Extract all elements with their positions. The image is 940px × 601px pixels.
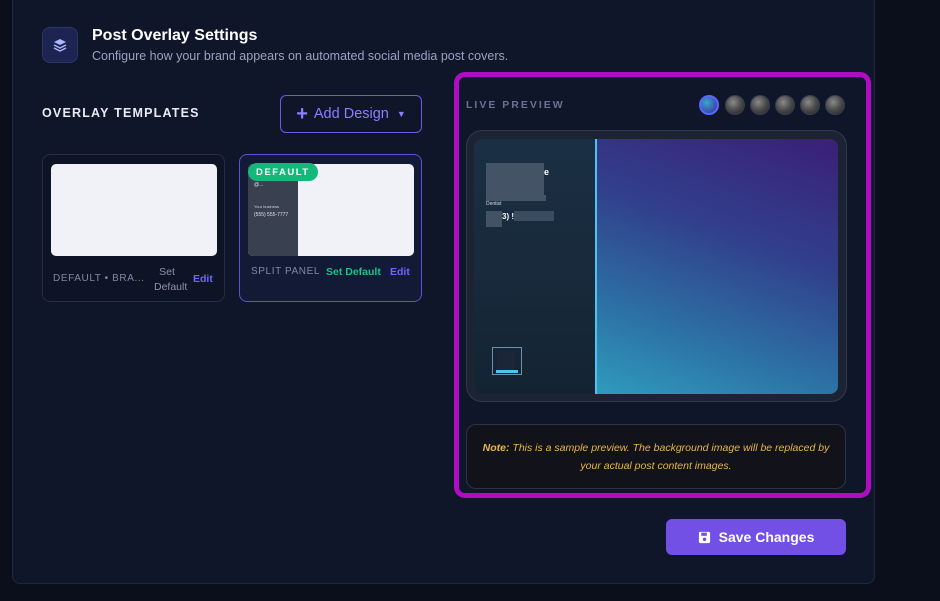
blurred-text (514, 211, 554, 221)
page-title: Post Overlay Settings (92, 27, 258, 44)
edit-link[interactable]: Edit (193, 273, 213, 285)
page-subtitle: Configure how your brand appears on auto… (92, 49, 509, 63)
background-thumbnail[interactable] (800, 95, 820, 115)
thumb-text: @... (254, 182, 264, 188)
overlay-templates-label: OVERLAY TEMPLATES (42, 106, 200, 120)
chevron-down-icon: ▼ (396, 109, 406, 119)
background-thumbnail[interactable] (725, 95, 745, 115)
preview-note: Note: This is a sample preview. The back… (466, 424, 846, 489)
background-thumbnail[interactable] (825, 95, 845, 115)
thumb-text: (555) 555-7777 (254, 212, 289, 218)
note-text: This is a sample preview. The background… (509, 441, 830, 472)
thumb-text: Your business (254, 204, 279, 209)
background-thumbnail[interactable] (775, 95, 795, 115)
plus-icon: + (296, 103, 308, 125)
template-thumbnail[interactable] (51, 164, 217, 256)
preview-text: e (544, 167, 550, 177)
layers-icon (42, 27, 78, 63)
background-thumbnail[interactable] (750, 95, 770, 115)
add-design-label: Add Design (313, 106, 389, 122)
default-badge: DEFAULT (248, 163, 318, 181)
save-changes-label: Save Changes (718, 529, 815, 545)
preview-screen: e Dentist 3) ! (474, 139, 838, 394)
logo-placeholder (492, 347, 522, 375)
set-default-link[interactable]: Set Default (326, 266, 381, 278)
preview-text: Dentist (486, 201, 502, 207)
save-icon (698, 531, 710, 543)
preview-text: 3) ! (502, 212, 514, 221)
set-default-link[interactable]: Set Default (154, 265, 187, 295)
background-thumbnail[interactable] (699, 95, 719, 115)
add-design-button[interactable]: + Add Design ▼ (280, 95, 422, 133)
template-name: SPLIT PANEL (251, 266, 321, 277)
blurred-text (486, 211, 502, 227)
live-preview-label: LIVE PREVIEW (466, 99, 565, 111)
edit-link[interactable]: Edit (390, 266, 410, 278)
save-changes-button[interactable]: Save Changes (666, 519, 846, 555)
note-label: Note: (482, 441, 510, 454)
template-name: DEFAULT • BRA... (53, 273, 145, 284)
blurred-text (486, 163, 544, 195)
preview-background (597, 139, 838, 394)
